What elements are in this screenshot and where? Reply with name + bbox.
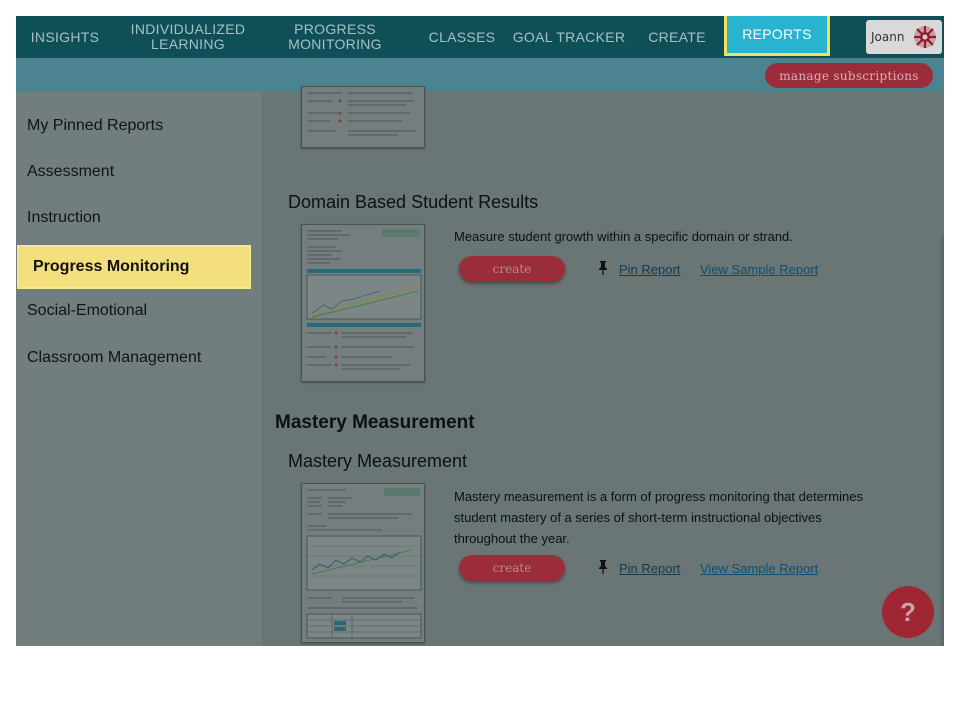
- nav-create[interactable]: CREATE: [644, 16, 710, 58]
- pin-icon[interactable]: [597, 560, 609, 574]
- report-thumbnail[interactable]: [301, 483, 425, 643]
- report-description-line: Mastery measurement is a form of progres…: [454, 489, 863, 504]
- sidebar-item-social-emotional[interactable]: Social-Emotional: [27, 302, 147, 320]
- pin-report-link[interactable]: Pin Report: [619, 561, 680, 576]
- report-list: Domain Based Student Results Measure stu…: [262, 86, 944, 646]
- nav-progress-line1: PROGRESS: [294, 21, 376, 37]
- nav-individualized-learning[interactable]: INDIVIDUALIZED LEARNING: [126, 16, 250, 58]
- report-group-heading: Mastery Measurement: [275, 412, 475, 433]
- report-preview-image: [308, 92, 416, 136]
- avatar-icon: [914, 26, 936, 48]
- report-preview-image: [306, 488, 422, 639]
- report-preview-image: [306, 229, 422, 370]
- sidebar-item-assessment[interactable]: Assessment: [27, 163, 114, 181]
- report-description: Measure student growth within a specific…: [454, 229, 793, 244]
- top-nav: INSIGHTS INDIVIDUALIZED LEARNING PROGRES…: [16, 16, 944, 58]
- sidebar-item-progress-monitoring[interactable]: Progress Monitoring: [17, 245, 251, 289]
- app-frame: INSIGHTS INDIVIDUALIZED LEARNING PROGRES…: [16, 16, 944, 646]
- manage-subscriptions-button[interactable]: manage subscriptions: [765, 63, 933, 88]
- user-menu[interactable]: Joann: [866, 20, 942, 54]
- view-sample-report-link[interactable]: View Sample Report: [700, 561, 818, 576]
- report-description-line: student mastery of a series of short-ter…: [454, 510, 822, 525]
- nav-individualized-line2: LEARNING: [151, 36, 225, 52]
- user-name: Joann: [871, 30, 905, 44]
- sidebar-item-pinned-reports[interactable]: My Pinned Reports: [27, 117, 163, 135]
- nav-individualized-line1: INDIVIDUALIZED: [130, 21, 246, 37]
- report-category-sidebar: My Pinned Reports Assessment Instruction…: [16, 92, 262, 646]
- nav-progress-line2: MONITORING: [288, 36, 382, 52]
- report-thumbnail[interactable]: [301, 224, 425, 382]
- nav-goal-tracker[interactable]: GOAL TRACKER: [510, 16, 628, 58]
- sub-header: manage subscriptions: [16, 58, 944, 92]
- nav-insights[interactable]: INSIGHTS: [28, 16, 102, 58]
- nav-reports[interactable]: REPORTS: [724, 16, 830, 56]
- report-title: Domain Based Student Results: [288, 192, 539, 212]
- pin-report-link[interactable]: Pin Report: [619, 262, 680, 277]
- report-title: Mastery Measurement: [288, 451, 468, 471]
- create-report-button[interactable]: create: [459, 555, 565, 581]
- report-description-line: throughout the year.: [454, 531, 570, 546]
- view-sample-report-link[interactable]: View Sample Report: [700, 262, 818, 277]
- help-button[interactable]: ?: [882, 586, 934, 638]
- create-report-button[interactable]: create: [459, 256, 565, 282]
- report-description: Mastery measurement is a form of progres…: [454, 486, 863, 549]
- sidebar-item-classroom-management[interactable]: Classroom Management: [27, 349, 201, 367]
- pin-icon[interactable]: [597, 261, 609, 275]
- scrollbar[interactable]: [941, 236, 944, 646]
- report-thumbnail[interactable]: [301, 86, 425, 148]
- sidebar-item-instruction[interactable]: Instruction: [27, 209, 101, 227]
- nav-progress-monitoring[interactable]: PROGRESS MONITORING: [282, 16, 388, 58]
- nav-classes[interactable]: CLASSES: [422, 16, 502, 58]
